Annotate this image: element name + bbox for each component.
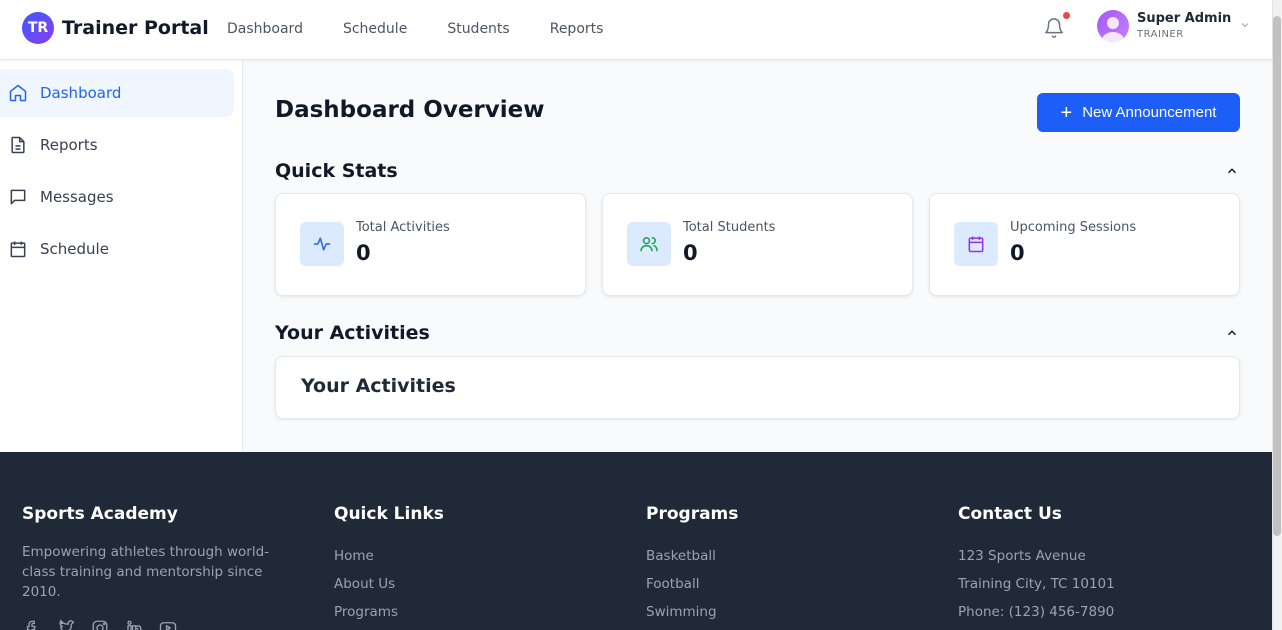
stat-value: 0: [356, 241, 371, 265]
user-role: TRAINER: [1137, 29, 1184, 40]
stat-card-activities: Total Activities 0: [275, 193, 586, 296]
nav-reports[interactable]: Reports: [550, 21, 604, 37]
new-announcement-button[interactable]: + New Announcement: [1037, 93, 1240, 132]
footer-description: Empowering athletes through world-class …: [22, 544, 270, 600]
page-title: Dashboard Overview: [275, 97, 545, 123]
avatar: [1097, 10, 1129, 42]
sidebar-item-schedule[interactable]: Schedule: [0, 225, 234, 273]
activities-card: Your Activities: [275, 356, 1240, 419]
scrollbar-thumb[interactable]: [1273, 16, 1281, 536]
stat-label: Total Students: [683, 220, 776, 235]
footer-link-about[interactable]: About Us: [334, 570, 444, 598]
brand[interactable]: TR Trainer Portal: [22, 12, 209, 44]
chevron-down-icon: [1241, 23, 1249, 28]
sidebar-item-label: Reports: [40, 136, 98, 154]
footer-about: Sports Academy Empowering athletes throu…: [22, 504, 302, 630]
sidebar-item-reports[interactable]: Reports: [0, 121, 234, 169]
footer: Sports Academy Empowering athletes throu…: [0, 452, 1272, 630]
sidebar: Dashboard Reports Messages Schedule: [0, 60, 243, 452]
sidebar-item-label: Dashboard: [40, 84, 122, 102]
youtube-icon[interactable]: [158, 618, 178, 630]
logo-badge: TR: [22, 12, 54, 44]
activities-card-title: Your Activities: [301, 375, 456, 397]
instagram-icon[interactable]: [90, 618, 110, 630]
footer-contact: Contact Us 123 Sports Avenue Training Ci…: [958, 504, 1115, 626]
bell-icon[interactable]: [1043, 16, 1065, 40]
brand-title: Trainer Portal: [62, 17, 209, 39]
users-icon: [627, 222, 671, 266]
footer-programs: Programs Basketball Football Swimming: [646, 504, 738, 626]
quick-stats-title: Quick Stats: [275, 160, 398, 182]
footer-program-football[interactable]: Football: [646, 570, 738, 598]
footer-link-home[interactable]: Home: [334, 542, 444, 570]
footer-about-title: Sports Academy: [22, 504, 178, 524]
linkedin-icon[interactable]: [124, 618, 144, 630]
footer-phone: Phone: (123) 456-7890: [958, 604, 1115, 620]
notification-dot: [1063, 12, 1070, 19]
top-header: TR Trainer Portal Dashboard Schedule Stu…: [0, 0, 1272, 60]
new-announcement-label: New Announcement: [1082, 104, 1217, 121]
facebook-icon[interactable]: [22, 618, 42, 630]
stat-value: 0: [683, 241, 698, 265]
footer-address-street: 123 Sports Avenue: [958, 548, 1086, 564]
sidebar-item-messages[interactable]: Messages: [0, 173, 234, 221]
social-links: [22, 618, 302, 630]
home-icon: [9, 84, 27, 102]
activities-section-title: Your Activities: [275, 322, 430, 344]
user-name: Super Admin: [1137, 11, 1232, 26]
stat-label: Upcoming Sessions: [1010, 220, 1137, 235]
nav-students[interactable]: Students: [447, 21, 509, 37]
footer-quick-links: Quick Links Home About Us Programs: [334, 504, 444, 626]
stat-value: 0: [1010, 241, 1025, 265]
stat-card-students: Total Students 0: [602, 193, 913, 296]
chevron-up-icon[interactable]: [1225, 326, 1239, 340]
user-silhouette-icon: [1102, 17, 1124, 42]
footer-contact-title: Contact Us: [958, 504, 1062, 524]
chevron-up-icon[interactable]: [1225, 164, 1239, 178]
twitter-icon[interactable]: [56, 618, 76, 630]
footer-link-programs[interactable]: Programs: [334, 598, 444, 626]
sidebar-item-dashboard[interactable]: Dashboard: [0, 69, 234, 117]
document-icon: [11, 136, 25, 154]
sidebar-item-label: Schedule: [40, 240, 109, 258]
chat-icon: [10, 189, 26, 205]
calendar-icon: [10, 241, 26, 258]
footer-quick-links-title: Quick Links: [334, 504, 444, 524]
footer-program-swimming[interactable]: Swimming: [646, 598, 738, 626]
stat-card-sessions: Upcoming Sessions 0: [929, 193, 1240, 296]
main-content: Dashboard Overview + New Announcement Qu…: [243, 60, 1272, 452]
footer-programs-title: Programs: [646, 504, 739, 524]
page-scrollbar[interactable]: [1272, 0, 1282, 630]
nav-dashboard[interactable]: Dashboard: [227, 21, 303, 37]
plus-icon: +: [1060, 101, 1073, 124]
sidebar-item-label: Messages: [40, 188, 114, 206]
footer-program-basketball[interactable]: Basketball: [646, 542, 738, 570]
activity-icon: [300, 222, 344, 266]
nav-schedule[interactable]: Schedule: [343, 21, 407, 37]
footer-address-city: Training City, TC 10101: [958, 576, 1115, 592]
user-menu[interactable]: Super Admin TRAINER: [1097, 10, 1251, 42]
top-nav: Dashboard Schedule Students Reports: [227, 0, 643, 58]
calendar-icon: [954, 222, 998, 266]
stat-label: Total Activities: [356, 220, 450, 235]
